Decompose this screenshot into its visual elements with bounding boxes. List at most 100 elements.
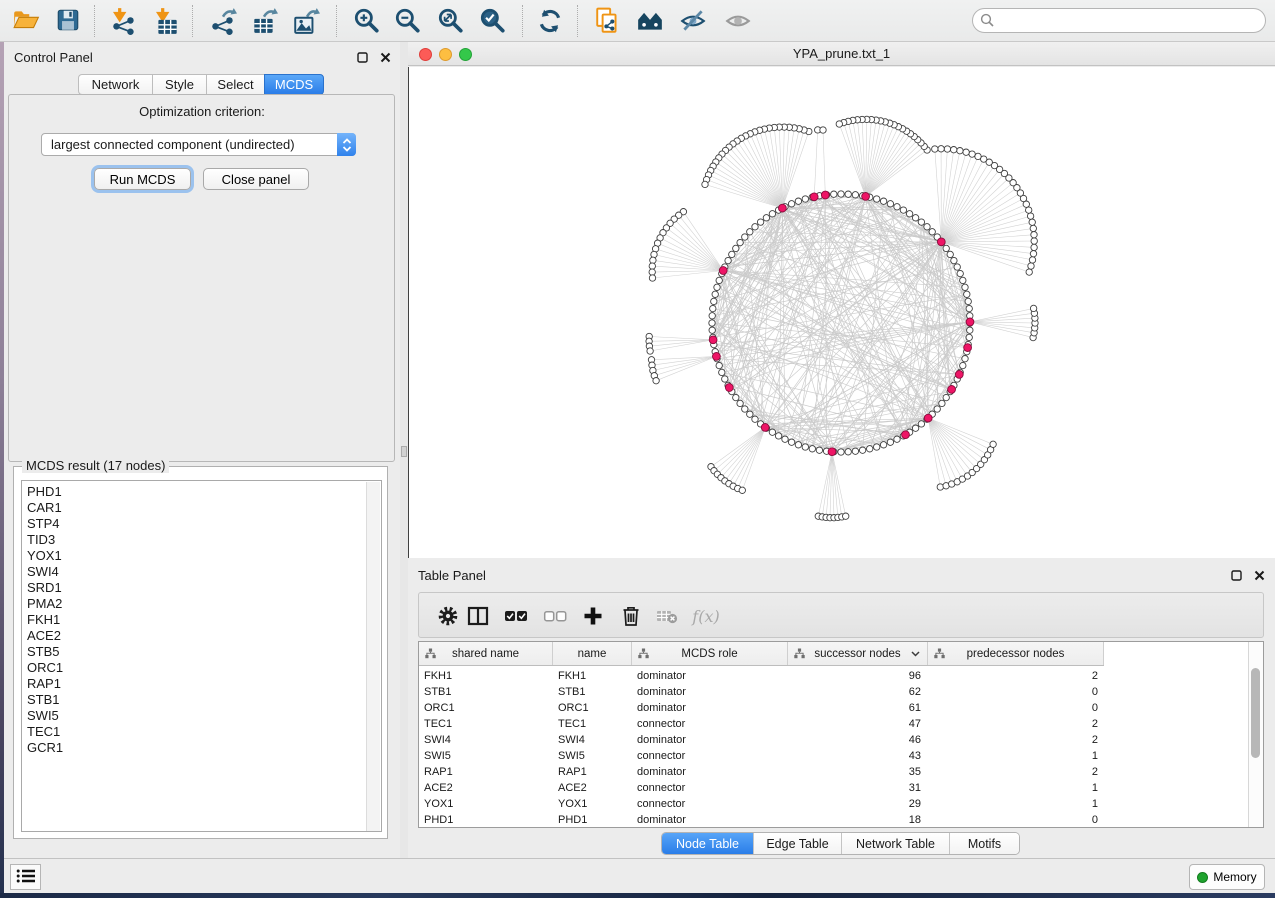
network-node[interactable]: [714, 284, 720, 290]
network-node[interactable]: [838, 191, 844, 197]
network-node[interactable]: [960, 362, 966, 368]
network-node[interactable]: [965, 298, 971, 304]
network-node[interactable]: [918, 219, 924, 225]
network-node[interactable]: [710, 305, 716, 311]
network-node[interactable]: [967, 327, 973, 333]
network-leaf-node[interactable]: [820, 127, 826, 133]
mcds-hub-node[interactable]: [709, 336, 717, 344]
network-node[interactable]: [912, 425, 918, 431]
network-node[interactable]: [716, 277, 722, 283]
network-leaf-node[interactable]: [1027, 213, 1033, 219]
network-leaf-node[interactable]: [649, 263, 655, 269]
network-leaf-node[interactable]: [1028, 263, 1034, 269]
network-node[interactable]: [867, 446, 873, 452]
table-row[interactable]: PHD1PHD1dominator180: [419, 812, 1250, 828]
network-node[interactable]: [880, 198, 886, 204]
mcds-hub-node[interactable]: [937, 238, 945, 246]
table-row[interactable]: FKH1FKH1dominator962: [419, 668, 1250, 684]
panel-splitter[interactable]: [400, 42, 408, 858]
network-node[interactable]: [709, 320, 715, 326]
network-node[interactable]: [900, 207, 906, 213]
table-row[interactable]: SWI5SWI5connector431: [419, 748, 1250, 764]
network-node[interactable]: [960, 277, 966, 283]
network-leaf-node[interactable]: [1030, 251, 1036, 257]
mcds-result-item[interactable]: SWI5: [27, 708, 381, 724]
mcds-result-item[interactable]: CAR1: [27, 500, 381, 516]
copy-network-icon[interactable]: [594, 7, 622, 35]
network-node[interactable]: [729, 251, 735, 257]
open-file-icon[interactable]: [12, 7, 40, 35]
network-leaf-node[interactable]: [944, 146, 950, 152]
network-node[interactable]: [725, 257, 731, 263]
mcds-result-item[interactable]: GCR1: [27, 740, 381, 756]
table-tab-edge-table[interactable]: Edge Table: [754, 833, 842, 854]
run-mcds-button[interactable]: Run MCDS: [94, 168, 191, 190]
refresh-view-icon[interactable]: [536, 7, 564, 35]
network-leaf-node[interactable]: [975, 153, 981, 159]
network-node[interactable]: [887, 439, 893, 445]
mcds-hub-node[interactable]: [821, 191, 829, 199]
close-panel-button[interactable]: Close panel: [203, 168, 309, 190]
network-leaf-node[interactable]: [843, 513, 849, 519]
mcds-hub-node[interactable]: [719, 267, 727, 275]
network-view-canvas[interactable]: [408, 67, 1275, 558]
table-row[interactable]: TEC1TEC1connector472: [419, 716, 1250, 732]
control-tab-mcds[interactable]: MCDS: [264, 74, 324, 95]
network-node[interactable]: [711, 298, 717, 304]
network-node[interactable]: [747, 411, 753, 417]
table-scrollbar-thumb[interactable]: [1251, 668, 1260, 758]
add-column-icon[interactable]: [581, 604, 605, 628]
mcds-result-item[interactable]: PMA2: [27, 596, 381, 612]
mcds-result-item[interactable]: FKH1: [27, 612, 381, 628]
network-leaf-node[interactable]: [938, 146, 944, 152]
show-all-eye-icon[interactable]: [724, 7, 752, 35]
network-node[interactable]: [964, 291, 970, 297]
column-header-name[interactable]: name: [553, 642, 632, 665]
network-node[interactable]: [845, 449, 851, 455]
mcds-hub-node[interactable]: [725, 384, 733, 392]
mcds-result-item[interactable]: STP4: [27, 516, 381, 532]
network-node[interactable]: [712, 291, 718, 297]
network-node[interactable]: [957, 270, 963, 276]
zoom-out-icon[interactable]: [393, 7, 421, 35]
splitter-handle[interactable]: [401, 446, 407, 457]
table-row[interactable]: ORC1ORC1dominator610: [419, 700, 1250, 716]
network-leaf-node[interactable]: [1031, 232, 1037, 238]
close-panel-icon[interactable]: [378, 51, 392, 65]
network-leaf-node[interactable]: [1029, 257, 1035, 263]
network-node[interactable]: [737, 400, 743, 406]
network-node[interactable]: [894, 204, 900, 210]
mcds-hub-node[interactable]: [964, 344, 972, 352]
table-row[interactable]: YOX1YOX1connector291: [419, 796, 1250, 812]
network-node[interactable]: [757, 219, 763, 225]
table-row[interactable]: ACE2ACE2connector311: [419, 780, 1250, 796]
mcds-result-item[interactable]: TID3: [27, 532, 381, 548]
zoom-in-icon[interactable]: [352, 7, 380, 35]
mcds-result-item[interactable]: YOX1: [27, 548, 381, 564]
network-node[interactable]: [906, 211, 912, 217]
float-panel-icon[interactable]: [355, 51, 369, 65]
zoom-selected-icon[interactable]: [478, 7, 506, 35]
function-builder-icon[interactable]: f(x): [689, 604, 723, 628]
table-scrollbar[interactable]: [1248, 642, 1263, 827]
mcds-result-item[interactable]: SWI4: [27, 564, 381, 580]
mcds-result-item[interactable]: TEC1: [27, 724, 381, 740]
show-column-panel-icon[interactable]: [466, 604, 490, 628]
network-node[interactable]: [962, 284, 968, 290]
mcds-list-scrollbar[interactable]: [366, 482, 380, 832]
delete-table-icon[interactable]: [655, 604, 679, 628]
mcds-hub-node[interactable]: [924, 414, 932, 422]
export-table-icon[interactable]: [250, 7, 278, 35]
select-all-columns-icon[interactable]: [504, 604, 528, 628]
mcds-hub-node[interactable]: [810, 193, 818, 201]
mcds-hub-node[interactable]: [966, 318, 974, 326]
table-row[interactable]: STB1STB1dominator620: [419, 684, 1250, 700]
delete-columns-trash-icon[interactable]: [619, 604, 643, 628]
console-tasks-icon[interactable]: [10, 864, 41, 890]
mcds-hub-node[interactable]: [902, 431, 910, 439]
mcds-hub-node[interactable]: [713, 353, 721, 361]
network-node[interactable]: [719, 369, 725, 375]
network-node[interactable]: [747, 229, 753, 235]
first-neighbors-icon[interactable]: [636, 7, 664, 35]
deselect-all-columns-icon[interactable]: [543, 604, 567, 628]
